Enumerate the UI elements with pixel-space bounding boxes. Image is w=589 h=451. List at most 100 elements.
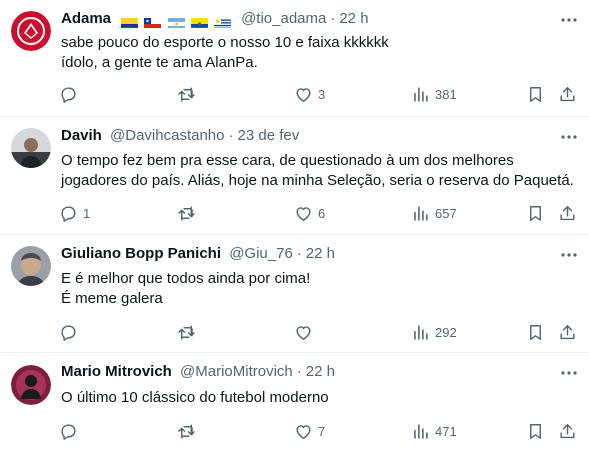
separator-dot: · <box>330 10 336 27</box>
timestamp[interactable]: 22 h <box>306 245 335 262</box>
tweet-text: E é melhor que todos ainda por cima! É m… <box>61 269 577 309</box>
like-button[interactable]: 7 <box>294 420 325 442</box>
tweet[interactable]: Davih @Davihcastanho · 23 de fev O tempo f… <box>0 117 589 235</box>
avatar[interactable] <box>11 11 51 51</box>
tweet-text-line: ídolo, a gente te ama AlanPa. <box>61 54 258 71</box>
retweet-icon <box>177 85 196 104</box>
views-button[interactable]: 381 <box>411 83 457 105</box>
retweet-icon <box>177 422 196 441</box>
bookmark-icon <box>526 204 545 223</box>
timestamp[interactable]: 22 h <box>306 363 335 380</box>
views-count: 381 <box>435 86 457 102</box>
retweet-icon <box>177 204 196 223</box>
views-count: 471 <box>435 423 457 439</box>
more-icon[interactable] <box>559 127 579 147</box>
author-handle[interactable]: @tio_adama <box>241 10 326 27</box>
uruguay-flag <box>213 16 231 29</box>
author-name[interactable]: Giuliano Bopp Panichi <box>61 245 221 262</box>
argentina-flag <box>167 16 185 29</box>
like-count: 7 <box>318 423 326 439</box>
timestamp[interactable]: 22 h <box>339 10 368 27</box>
tweet[interactable]: Adama @tio_adama · 22 h sabe pouco do espo… <box>0 0 589 117</box>
author-name[interactable]: Adama <box>61 10 111 27</box>
views-icon <box>411 422 430 441</box>
more-icon[interactable] <box>559 363 579 383</box>
bookmark-icon <box>526 422 545 441</box>
share-button[interactable] <box>558 202 577 224</box>
views-button[interactable]: 657 <box>411 202 457 224</box>
timestamp[interactable]: 23 de fev <box>238 127 300 144</box>
author-handle[interactable]: @MarioMitrovich <box>180 363 293 380</box>
like-button[interactable]: 6 <box>294 202 325 224</box>
share-icon <box>558 422 577 441</box>
tweet-text-line: É meme galera <box>61 290 163 307</box>
separator-dot: · <box>296 363 302 380</box>
like-icon <box>294 85 313 104</box>
retweet-button[interactable] <box>177 202 201 224</box>
share-button[interactable] <box>558 321 577 343</box>
views-button[interactable]: 292 <box>411 321 457 343</box>
like-button[interactable] <box>294 321 318 343</box>
retweet-button[interactable] <box>177 321 201 343</box>
tweet-text-line: jogadores do país. Aliás, hoje na minha … <box>61 172 574 189</box>
share-icon <box>558 323 577 342</box>
views-count: 292 <box>435 324 457 340</box>
ecuador-flag <box>190 16 208 29</box>
more-icon[interactable] <box>559 245 579 265</box>
author-handle[interactable]: @Giu_76 <box>229 245 293 262</box>
reply-button[interactable] <box>59 321 83 343</box>
views-button[interactable]: 471 <box>411 420 457 442</box>
action-bar: 292 <box>53 321 589 343</box>
tweet-text: O último 10 clássico do futebol moderno <box>61 388 577 408</box>
author-handle[interactable]: @Davihcastanho <box>110 127 224 144</box>
separator-dot: · <box>228 127 234 144</box>
like-icon <box>294 422 313 441</box>
reply-button[interactable] <box>59 420 83 442</box>
tweet-text: O tempo fez bem pra esse cara, de questi… <box>61 151 577 191</box>
tweet-text: sabe pouco do esporte o nosso 10 e faixa… <box>61 33 577 73</box>
share-icon <box>558 204 577 223</box>
retweet-button[interactable] <box>177 420 201 442</box>
avatar[interactable] <box>11 365 51 405</box>
tweet-text-line: sabe pouco do esporte o nosso 10 e faixa… <box>61 34 389 51</box>
chile-flag <box>144 16 162 29</box>
reply-icon <box>59 204 78 223</box>
retweet-icon <box>177 323 196 342</box>
like-button[interactable]: 3 <box>294 83 325 105</box>
views-icon <box>411 204 430 223</box>
author-name[interactable]: Mario Mitrovich <box>61 363 172 380</box>
reply-icon <box>59 85 78 104</box>
action-bar: 3 381 <box>53 83 589 105</box>
author-name[interactable]: Davih <box>61 127 102 144</box>
flag-emojis <box>121 12 233 32</box>
colombia-flag <box>121 16 139 29</box>
views-count: 657 <box>435 205 457 221</box>
tweet[interactable]: Giuliano Bopp Panichi @Giu_76 · 22 h E é m… <box>0 235 589 353</box>
reply-button[interactable] <box>59 83 83 105</box>
bookmark-button[interactable] <box>526 83 545 105</box>
tweet-text-line: E é melhor que todos ainda por cima! <box>61 270 311 287</box>
bookmark-icon <box>526 85 545 104</box>
bookmark-button[interactable] <box>526 321 545 343</box>
reply-count: 1 <box>83 205 91 221</box>
share-button[interactable] <box>558 83 577 105</box>
retweet-button[interactable] <box>177 83 201 105</box>
bookmark-icon <box>526 323 545 342</box>
more-icon[interactable] <box>559 10 579 30</box>
share-button[interactable] <box>558 420 577 442</box>
views-icon <box>411 323 430 342</box>
share-icon <box>558 85 577 104</box>
reply-icon <box>59 323 78 342</box>
bookmark-button[interactable] <box>526 202 545 224</box>
like-icon <box>294 204 313 223</box>
action-bar: 1 6 657 <box>53 202 589 224</box>
avatar[interactable] <box>11 128 51 168</box>
tweet-text-line: O último 10 clássico do futebol moderno <box>61 389 329 406</box>
like-count: 6 <box>318 205 326 221</box>
separator-dot: · <box>296 245 302 262</box>
reply-icon <box>59 422 78 441</box>
tweet[interactable]: Mario Mitrovich @MarioMitrovich · 22 h O ú… <box>0 353 589 451</box>
avatar[interactable] <box>11 246 51 286</box>
reply-button[interactable]: 1 <box>59 202 90 224</box>
bookmark-button[interactable] <box>526 420 545 442</box>
